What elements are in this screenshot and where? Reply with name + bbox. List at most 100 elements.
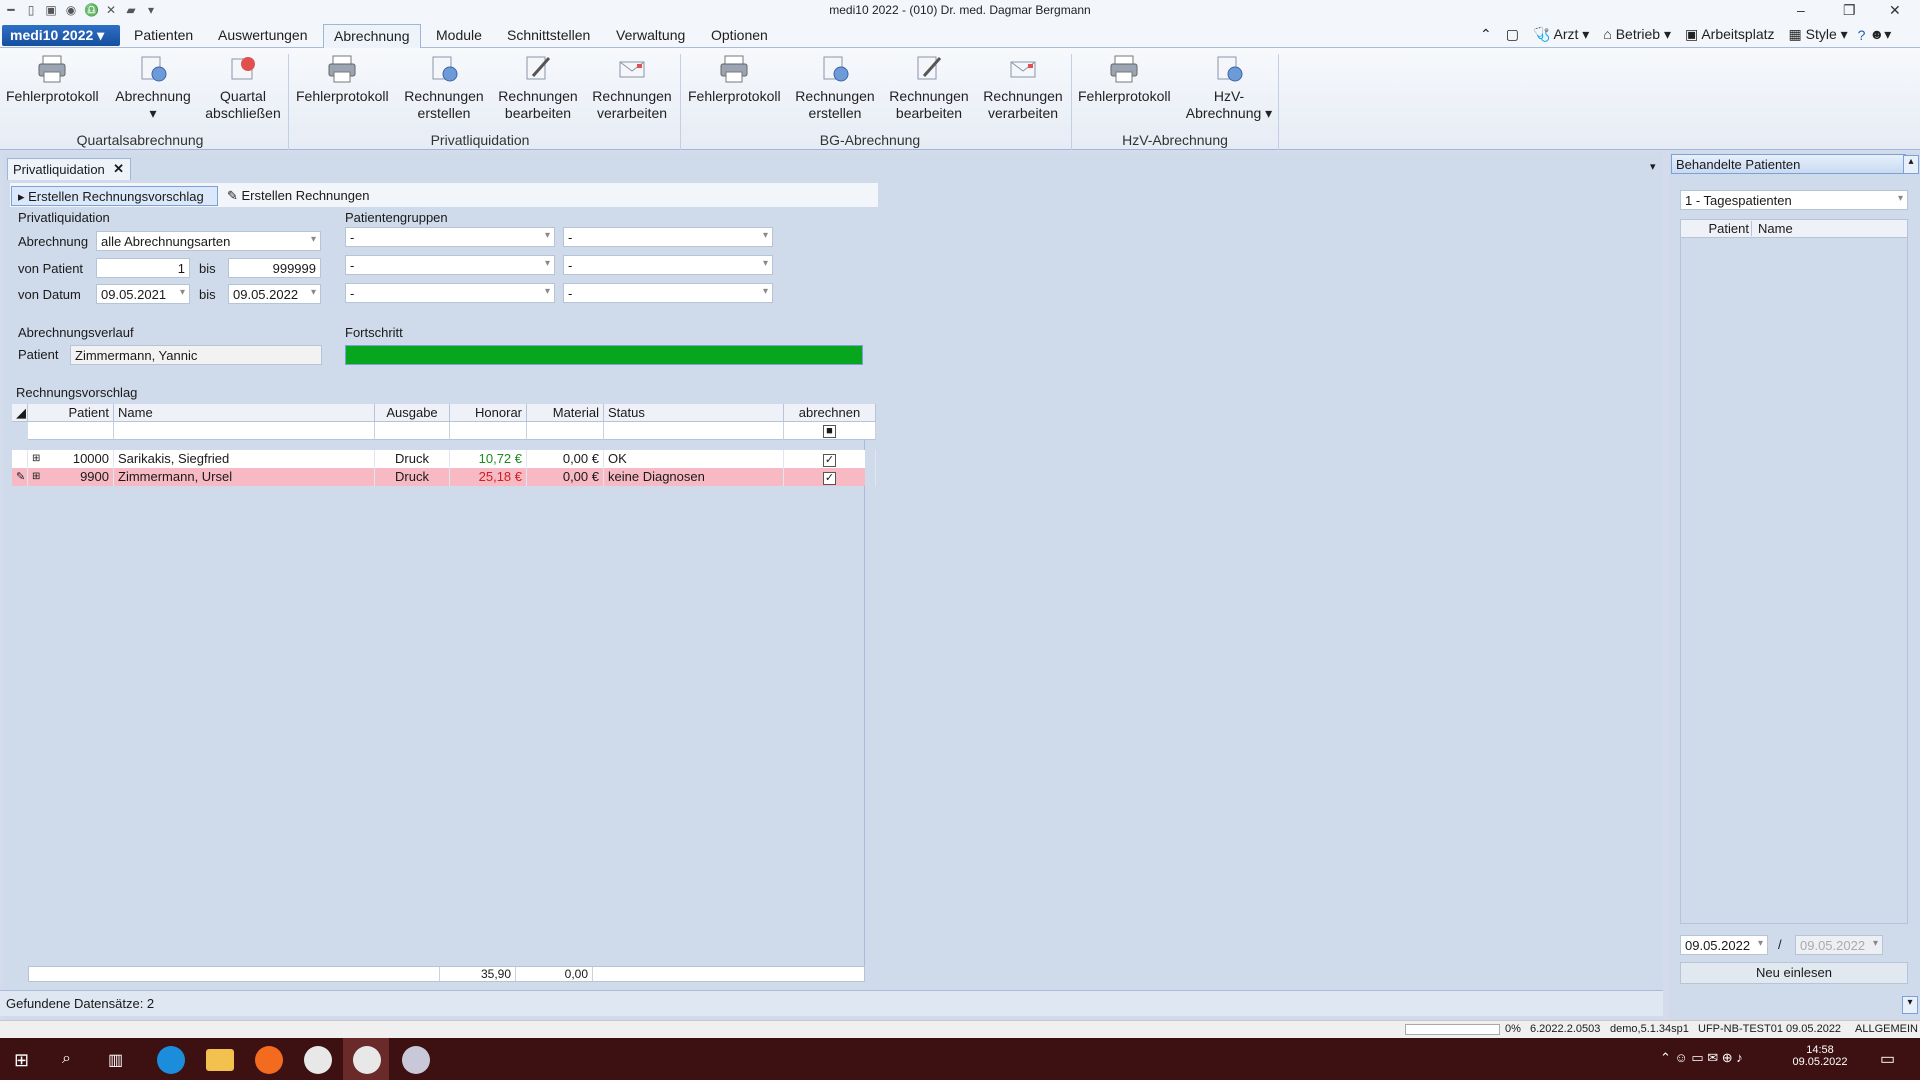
right-menu: ⌃ ▢ 🩺 Arzt ▾ ⌂ Betrieb ▾ ▣ Arbeitsplatz …	[1480, 26, 1891, 43]
restore-icon[interactable]: ❐	[1843, 2, 1856, 19]
cell-name: Zimmermann, Ursel	[114, 468, 375, 486]
file-explorer-icon[interactable]	[206, 1049, 234, 1071]
arbeitsplatz-menu[interactable]: ▣ Arbeitsplatz	[1685, 26, 1775, 43]
hzv-abrechnung-button[interactable]: HzV-Abrechnung ▾	[1182, 54, 1276, 122]
tab-optionen[interactable]: Optionen	[711, 27, 768, 43]
filter-ausgabe[interactable]	[375, 422, 450, 440]
close-window-icon[interactable]: ✕	[1889, 2, 1901, 19]
fehlerprotokoll-button-2[interactable]: Fehlerprotokoll	[296, 54, 389, 105]
table-row[interactable]: ⊞ 10000 Sarikakis, Siegfried Druck 10,72 …	[12, 450, 876, 468]
rechnungen-verarbeiten-button-1[interactable]: Rechnungen verarbeiten	[588, 54, 676, 122]
paint-icon[interactable]	[402, 1046, 430, 1074]
list-header-patient[interactable]: Patient	[1701, 221, 1749, 236]
behandelte-patienten-header: Behandelte Patienten	[1671, 154, 1906, 174]
tab-auswertungen[interactable]: Auswertungen	[218, 27, 308, 43]
list-header-name[interactable]: Name	[1751, 221, 1793, 236]
abrechnung-select[interactable]: alle Abrechnungsarten	[96, 231, 321, 251]
tray-icons[interactable]: ⌃ ☺ ▭ ✉ ⊕ ♪	[1660, 1050, 1743, 1066]
header-name[interactable]: Name	[114, 404, 375, 422]
collapse-ribbon-icon[interactable]: ⌃	[1480, 26, 1492, 43]
style-menu[interactable]: ▦ Style ▾	[1789, 26, 1848, 43]
date-from-input[interactable]: 09.05.2022	[1680, 935, 1768, 955]
expand-icon[interactable]: ⊞	[32, 468, 40, 486]
filter-material[interactable]	[527, 422, 604, 440]
rechnungen-bearbeiten-button-1[interactable]: Rechnungen bearbeiten	[494, 54, 582, 122]
medi-icon[interactable]	[304, 1046, 332, 1074]
bis-patient-input[interactable]: 999999	[228, 258, 321, 278]
tab-patienten[interactable]: Patienten	[134, 27, 193, 43]
close-tab-icon[interactable]: ✕	[113, 161, 124, 177]
cell-patient: ⊞ 9900	[28, 468, 114, 486]
von-patient-input[interactable]: 1	[96, 258, 190, 278]
tab-schnittstellen[interactable]: Schnittstellen	[507, 27, 590, 43]
filter-patient[interactable]	[28, 422, 114, 440]
abrechnung-button[interactable]: Abrechnung ▾	[110, 54, 196, 122]
firefox-icon[interactable]	[255, 1046, 283, 1074]
header-honorar[interactable]: Honorar	[450, 404, 527, 422]
panel-expand-icon[interactable]: ▾	[1902, 996, 1918, 1014]
tab-abrechnung[interactable]: Abrechnung	[323, 24, 421, 49]
search-icon[interactable]: ⌕	[62, 1050, 71, 1068]
quartal-abschliessen-button[interactable]: Quartal abschließen	[205, 54, 281, 122]
header-ausgabe[interactable]: Ausgabe	[375, 404, 450, 422]
select-all-checkbox[interactable]: ■	[823, 425, 836, 438]
clock-time: 14:58	[1806, 1044, 1834, 1056]
filter-abrechnen[interactable]: ■	[784, 422, 876, 440]
rechnungen-bearbeiten-button-2[interactable]: Rechnungen bearbeiten	[885, 54, 973, 122]
minimize-icon[interactable]: –	[1797, 2, 1805, 18]
filter-name[interactable]	[114, 422, 375, 440]
cell-honorar: 10,72 €	[450, 450, 527, 468]
rechnungen-erstellen-button-2[interactable]: Rechnungen erstellen	[791, 54, 879, 122]
rechnungsvorschlag-title: Rechnungsvorschlag	[16, 385, 138, 400]
subtab-rechnungen[interactable]: ✎ Erstellen Rechnungen	[221, 186, 375, 206]
records-statusbar: Gefundene Datensätze: 2	[0, 990, 1663, 1016]
patientengruppe-select-4[interactable]: -	[563, 255, 773, 275]
windows-start-icon[interactable]: ⊞	[14, 1050, 29, 1071]
patientengruppe-select-5[interactable]: -	[345, 283, 555, 303]
notification-icon[interactable]: ▭	[1880, 1049, 1895, 1069]
patientengruppe-select-2[interactable]: -	[563, 227, 773, 247]
header-abrechnen[interactable]: abrechnen	[784, 404, 876, 422]
expand-icon[interactable]: ⊞	[32, 450, 40, 468]
tab-module[interactable]: Module	[436, 27, 482, 43]
task-view-icon[interactable]: ▥	[108, 1050, 123, 1070]
fehlerprotokoll-button-4[interactable]: Fehlerprotokoll	[1078, 54, 1171, 105]
header-status[interactable]: Status	[604, 404, 784, 422]
pane-dropdown-icon[interactable]: ▾	[1650, 160, 1656, 173]
table-row[interactable]: ✎ ⊞ 9900 Zimmermann, Ursel Druck 25,18 € …	[12, 468, 876, 486]
progress-bar	[345, 345, 863, 365]
ribbon-label: Rechnungen bearbeiten	[889, 88, 969, 121]
abrechnen-checkbox[interactable]: ✓	[823, 454, 836, 467]
von-datum-input[interactable]: 09.05.2021	[96, 284, 190, 304]
arzt-menu[interactable]: 🩺 Arzt ▾	[1533, 26, 1589, 43]
tagespatienten-select[interactable]: 1 - Tagespatienten	[1680, 190, 1908, 210]
patientengruppe-select-1[interactable]: -	[345, 227, 555, 247]
header-patient[interactable]: Patient	[28, 404, 114, 422]
betrieb-menu[interactable]: ⌂ Betrieb ▾	[1603, 26, 1671, 43]
panel-collapse-icon[interactable]: ▴	[1903, 155, 1919, 174]
grid-footer: 35,90 0,00	[28, 966, 865, 982]
abrechnen-checkbox[interactable]: ✓	[823, 472, 836, 485]
user-icon[interactable]: ☻▾	[1869, 26, 1891, 43]
fehlerprotokoll-button-1[interactable]: Fehlerprotokoll	[6, 54, 99, 105]
window-icon[interactable]: ▢	[1506, 26, 1519, 43]
doc-tab-privatliquidation[interactable]: Privatliquidation ✕	[7, 158, 131, 180]
rechnungen-verarbeiten-button-2[interactable]: Rechnungen verarbeiten	[979, 54, 1067, 122]
medi10-active-icon[interactable]	[353, 1046, 381, 1074]
filter-honorar[interactable]	[450, 422, 527, 440]
clock[interactable]: 14:58 09.05.2022	[1790, 1044, 1850, 1068]
patientengruppe-select-6[interactable]: -	[563, 283, 773, 303]
neu-einlesen-button[interactable]: Neu einlesen	[1680, 962, 1908, 984]
header-material[interactable]: Material	[527, 404, 604, 422]
patientengruppe-select-3[interactable]: -	[345, 255, 555, 275]
edge-icon[interactable]	[157, 1046, 185, 1074]
bis-datum-input[interactable]: 09.05.2022	[228, 284, 321, 304]
filter-status[interactable]	[604, 422, 784, 440]
fehlerprotokoll-button-3[interactable]: Fehlerprotokoll	[688, 54, 781, 105]
cell-status: OK	[604, 450, 784, 468]
tab-verwaltung[interactable]: Verwaltung	[616, 27, 685, 43]
rechnungen-erstellen-button-1[interactable]: Rechnungen erstellen	[400, 54, 488, 122]
subtab-rechnungsvorschlag[interactable]: ▸ Erstellen Rechnungsvorschlag	[11, 186, 218, 206]
app-menu-button[interactable]: medi10 2022 ▾	[2, 25, 120, 46]
help-icon[interactable]: ?	[1858, 27, 1866, 43]
